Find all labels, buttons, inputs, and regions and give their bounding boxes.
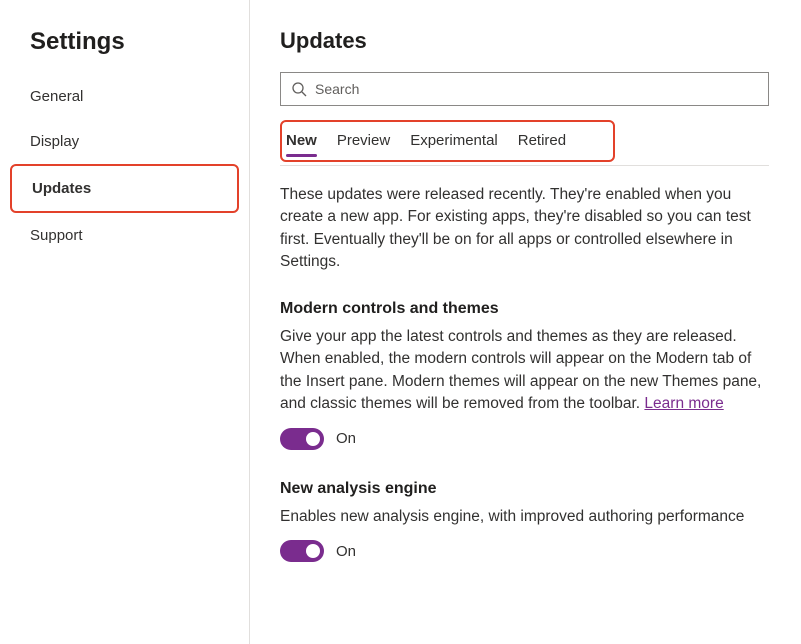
sidebar-title: Settings xyxy=(0,28,249,74)
main-pane: Updates New Preview Experimental Retired… xyxy=(250,0,801,644)
tab-preview[interactable]: Preview xyxy=(337,130,390,155)
sidebar-item-updates[interactable]: Updates xyxy=(10,164,239,213)
setting-title: New analysis engine xyxy=(280,480,769,498)
tab-experimental[interactable]: Experimental xyxy=(410,130,498,155)
tabs-container: New Preview Experimental Retired xyxy=(280,120,769,166)
toggle-modern-controls[interactable] xyxy=(280,428,324,450)
toggle-label: On xyxy=(336,543,356,560)
toggle-label: On xyxy=(336,430,356,447)
tab-new[interactable]: New xyxy=(286,130,317,155)
learn-more-link[interactable]: Learn more xyxy=(644,395,723,412)
setting-description: Enables new analysis engine, with improv… xyxy=(280,506,769,528)
page-title: Updates xyxy=(280,28,769,54)
toggle-row: On xyxy=(280,540,769,562)
sidebar-item-support[interactable]: Support xyxy=(0,213,249,258)
sidebar-list: General Display Updates Support xyxy=(0,74,249,258)
sidebar-item-display[interactable]: Display xyxy=(0,119,249,164)
setting-description: Give your app the latest controls and th… xyxy=(280,326,769,416)
setting-new-analysis-engine: New analysis engine Enables new analysis… xyxy=(280,480,769,562)
toggle-row: On xyxy=(280,428,769,450)
toggle-new-analysis-engine[interactable] xyxy=(280,540,324,562)
tab-intro-text: These updates were released recently. Th… xyxy=(280,184,769,274)
sidebar: Settings General Display Updates Support xyxy=(0,0,250,644)
setting-modern-controls: Modern controls and themes Give your app… xyxy=(280,300,769,450)
tabs: New Preview Experimental Retired xyxy=(280,120,769,166)
setting-title: Modern controls and themes xyxy=(280,300,769,318)
sidebar-item-general[interactable]: General xyxy=(0,74,249,119)
search-input[interactable] xyxy=(315,81,758,97)
search-icon xyxy=(291,81,307,97)
tab-retired[interactable]: Retired xyxy=(518,130,566,155)
search-box[interactable] xyxy=(280,72,769,106)
